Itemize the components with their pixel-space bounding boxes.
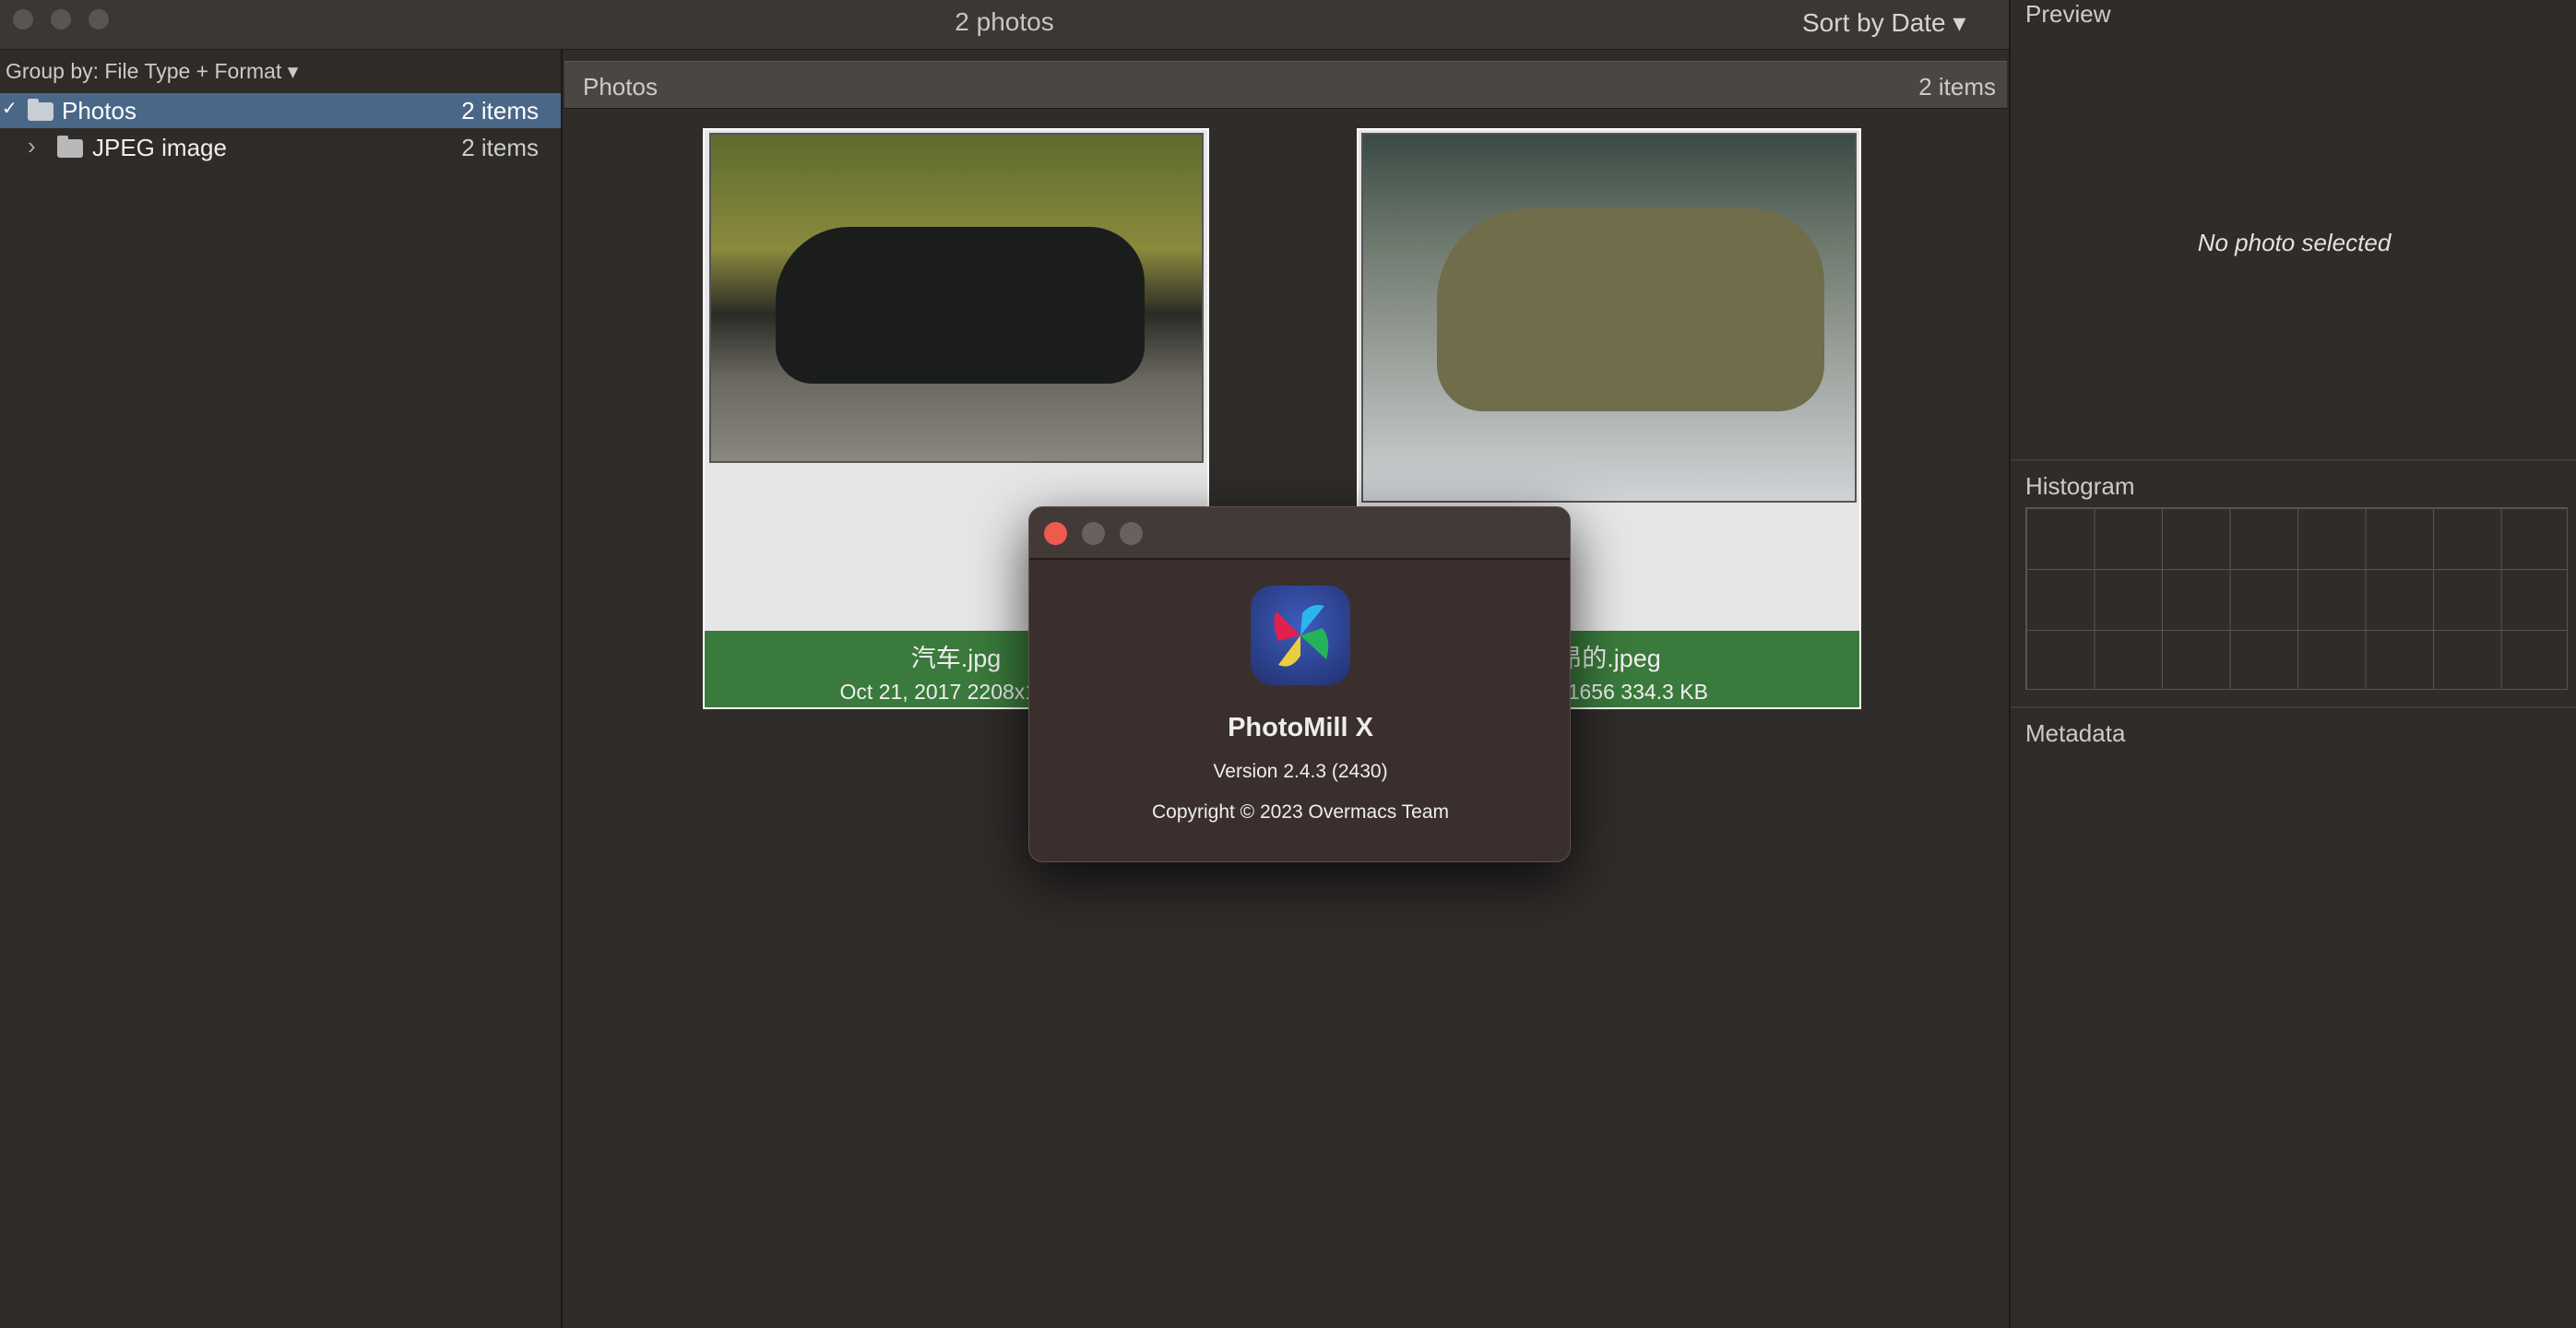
section-title: Photos (583, 73, 658, 101)
sidebar-item-label: Photos (62, 97, 137, 125)
sidebar-item-count: 2 items (461, 97, 539, 125)
metadata-label: Metadata (2025, 719, 2126, 747)
title-bar: 2 photos Sort by Date ▾ (0, 0, 2009, 50)
photo-thumbnail[interactable] (709, 133, 1204, 463)
dialog-title-bar (1029, 507, 1570, 560)
sidebar-item-label: JPEG image (92, 134, 227, 161)
histogram-grid (2025, 507, 2568, 690)
minimize-button (1082, 522, 1105, 545)
sort-dropdown[interactable]: Sort by Date ▾ (1802, 7, 1965, 38)
car-shape (776, 227, 1145, 384)
inspector-panel: Preview No photo selected Histogram Meta… (2009, 0, 2576, 1328)
divider (2011, 706, 2576, 708)
app-name: PhotoMill X (1228, 713, 1373, 742)
photo-thumbnail[interactable] (1361, 133, 1857, 503)
sidebar-item-jpeg[interactable]: › JPEG image 2 items (0, 130, 561, 165)
sidebar: Group by: File Type + Format ▾ ✓ Photos … (0, 50, 563, 1328)
app-copyright: Copyright © 2023 Overmacs Team (1151, 801, 1450, 823)
section-count: 2 items (1918, 73, 1996, 101)
folder-icon (57, 136, 83, 158)
chevron-right-icon[interactable]: › (28, 132, 36, 160)
app-version: Version 2.4.3 (2430) (1213, 761, 1388, 782)
car-shape (1437, 208, 1824, 411)
sidebar-item-count: 2 items (461, 134, 539, 161)
no-photo-message: No photo selected (2197, 229, 2392, 256)
app-icon (1251, 586, 1350, 685)
sidebar-item-photos[interactable]: ✓ Photos 2 items (0, 93, 561, 128)
close-button[interactable] (1044, 522, 1067, 545)
section-header: Photos 2 items (564, 61, 2007, 109)
chevron-down-icon[interactable]: ✓ (2, 97, 18, 120)
histogram-label: Histogram (2025, 472, 2135, 500)
folder-icon (28, 99, 53, 121)
preview-label: Preview (2025, 0, 2111, 28)
zoom-button (1120, 522, 1143, 545)
group-by-dropdown[interactable]: Group by: File Type + Format ▾ (6, 59, 298, 84)
about-dialog: PhotoMill X Version 2.4.3 (2430) Copyrig… (1028, 506, 1571, 862)
window-title: 2 photos (955, 7, 1054, 36)
divider (2011, 459, 2576, 461)
